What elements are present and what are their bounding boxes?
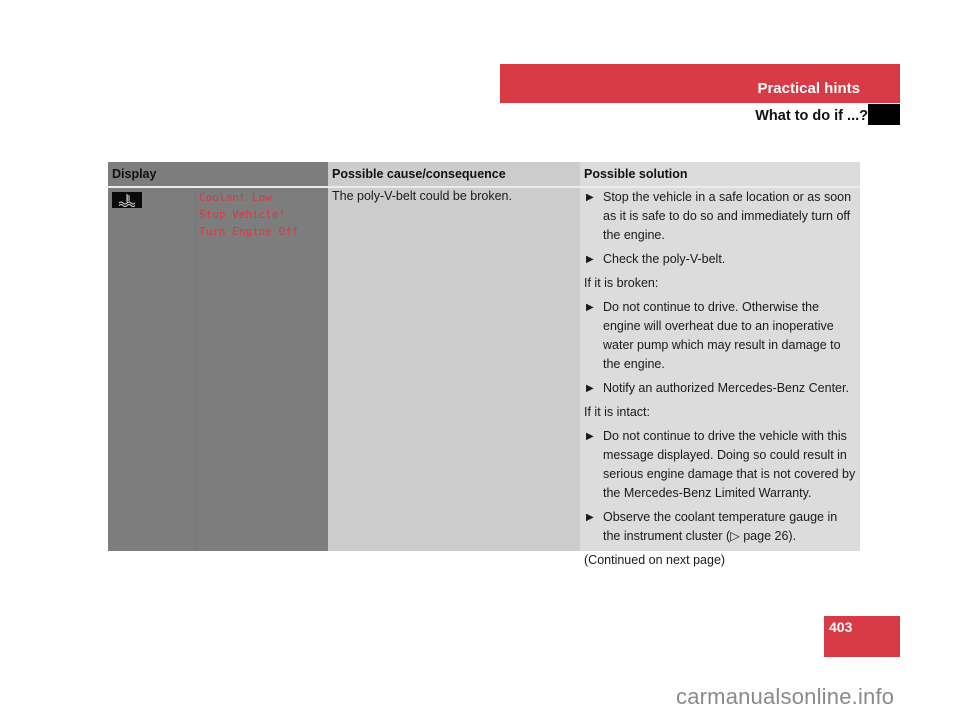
solution-condition: If it is broken: [584,274,856,293]
display-message-cell: Coolant Low Stop Vehicle! Turn Engine Of… [196,188,328,551]
cause-text: The poly-V-belt could be broken. [332,189,512,203]
solution-text: Observe the coolant temperature gauge in… [603,510,838,543]
section-tab-marker [868,104,900,125]
solution-text: If it is intact: [584,405,650,419]
page-subtitle: What to do if ...? [755,108,868,124]
bullet-arrow-icon: ▶ [586,192,594,203]
solution-text: Do not continue to drive. Otherwise the … [603,300,841,371]
header-display: Display [108,162,328,186]
bullet-arrow-icon: ▶ [586,512,594,523]
display-message-line: Turn Engine Off [199,225,299,238]
bullet-arrow-icon: ▶ [586,302,594,313]
display-icon-cell [108,188,195,551]
solution-text: Do not continue to drive the vehicle wit… [603,429,856,500]
section-title: Practical hints [757,80,860,97]
bullet-arrow-icon: ▶ [586,431,594,442]
solution-step: ▶ Notify an authorized Mercedes-Benz Cent… [584,379,856,398]
solution-condition: (Continued on next page) [584,551,856,570]
solution-condition: If it is intact: [584,403,856,422]
solution-step: ▶ Observe the coolant temperature gauge i… [584,508,856,546]
troubleshooting-table: Display Possible cause/consequence Possi… [108,162,860,567]
display-message-line: Coolant Low [199,191,272,204]
solution-text: If it is broken: [584,276,659,290]
solution-text: (Continued on next page) [584,553,726,567]
solution-step: ▶ Check the poly-V-belt. [584,250,856,269]
page-number: 403 [829,619,853,635]
solution-text: Notify an authorized Mercedes-Benz Cente… [603,381,849,395]
cause-cell: The poly-V-belt could be broken. [328,188,580,551]
section-header-bar: Practical hints [500,64,900,103]
solution-step: ▶ Do not continue to drive the vehicle wi… [584,427,856,503]
display-message-line: Stop Vehicle! [199,208,286,221]
header-cause: Possible cause/consequence [328,162,580,186]
coolant-temperature-icon [112,192,142,208]
header-solution: Possible solution [580,162,860,186]
bullet-arrow-icon: ▶ [586,383,594,394]
page-number-box: 403 [824,616,900,657]
solution-step: ▶ Do not continue to drive. Otherwise the… [584,298,856,374]
watermark: carmanualsonline.info [676,684,895,709]
solution-step: ▶ Stop the vehicle in a safe location or … [584,188,856,245]
bullet-arrow-icon: ▶ [586,254,594,265]
solution-cell: ▶ Stop the vehicle in a safe location or … [580,188,860,567]
solution-text: Stop the vehicle in a safe location or a… [603,190,852,242]
solution-text: Check the poly-V-belt. [603,252,726,266]
solution-list: ▶ Stop the vehicle in a safe location or … [584,188,856,575]
